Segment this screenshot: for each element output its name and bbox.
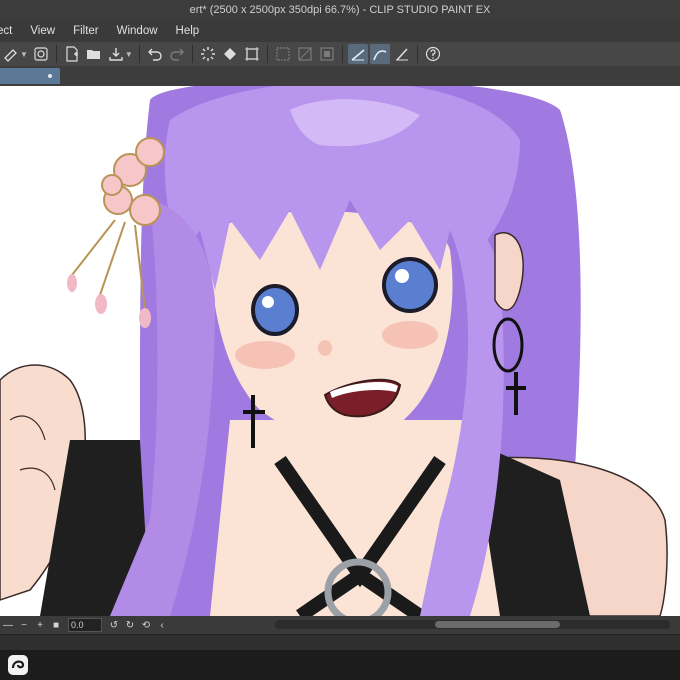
undo-icon[interactable] bbox=[145, 44, 165, 64]
blush-left bbox=[235, 341, 295, 369]
fill-icon[interactable] bbox=[220, 44, 240, 64]
rotate-icon[interactable] bbox=[31, 44, 51, 64]
clip-studio-taskbar-icon[interactable] bbox=[4, 652, 32, 678]
eye-highlight-left bbox=[262, 296, 274, 308]
zoom-slider-icon[interactable]: — bbox=[2, 620, 14, 631]
rotate-left-icon[interactable]: ↺ bbox=[108, 620, 120, 631]
selection-dim-1[interactable] bbox=[273, 44, 293, 64]
chevron-down-icon[interactable]: ▼ bbox=[125, 50, 133, 59]
toolbar-divider bbox=[138, 45, 140, 63]
toolbar-divider bbox=[55, 45, 57, 63]
menu-select[interactable]: ect bbox=[0, 25, 21, 37]
eye-highlight-right bbox=[395, 269, 409, 283]
selection-dim-3[interactable] bbox=[317, 44, 337, 64]
zoom-in-icon[interactable]: + bbox=[34, 620, 46, 631]
command-bar: ▼ ▼ bbox=[0, 42, 680, 67]
rotate-right-icon[interactable]: ↻ bbox=[124, 620, 136, 631]
modified-dot-icon bbox=[48, 74, 52, 78]
blush-right bbox=[382, 321, 438, 349]
transform-icon[interactable] bbox=[1, 44, 21, 64]
eye-left bbox=[251, 284, 299, 336]
snap-ruler-icon[interactable] bbox=[347, 44, 368, 64]
toolbar-divider bbox=[416, 45, 418, 63]
toolbar-divider bbox=[266, 45, 268, 63]
canvas-size-icon[interactable] bbox=[242, 44, 262, 64]
document-tab-row bbox=[0, 66, 680, 86]
menu-help[interactable]: Help bbox=[167, 25, 209, 37]
document-tab[interactable] bbox=[0, 68, 60, 84]
horizontal-scrollbar[interactable] bbox=[275, 620, 670, 629]
window-title: ert* (2500 x 2500px 350dpi 66.7%) - CLIP… bbox=[189, 4, 491, 16]
save-icon[interactable] bbox=[106, 44, 126, 64]
menu-bar: ect View Filter Window Help bbox=[0, 20, 680, 42]
flip-icon[interactable]: ‹ bbox=[156, 620, 168, 631]
menu-window[interactable]: Window bbox=[108, 25, 167, 37]
lower-panel bbox=[0, 634, 680, 651]
zoom-out-icon[interactable]: − bbox=[18, 620, 30, 631]
status-bar: — − + ■ 0.0 ↺ ↻ ⟲ ‹ bbox=[0, 616, 680, 634]
rotation-value[interactable]: 0.0 bbox=[68, 618, 102, 632]
taskbar bbox=[0, 650, 680, 680]
new-file-icon[interactable] bbox=[62, 44, 82, 64]
title-bar: ert* (2500 x 2500px 350dpi 66.7%) - CLIP… bbox=[0, 0, 680, 20]
help-icon[interactable] bbox=[423, 44, 443, 64]
eye-right bbox=[382, 257, 438, 313]
chevron-down-icon[interactable]: ▼ bbox=[20, 50, 28, 59]
open-folder-icon[interactable] bbox=[84, 44, 104, 64]
nose bbox=[318, 340, 332, 356]
redo-icon[interactable] bbox=[167, 44, 187, 64]
menu-filter[interactable]: Filter bbox=[64, 25, 108, 37]
canvas[interactable] bbox=[0, 86, 680, 616]
toolbar-divider bbox=[341, 45, 343, 63]
toolbar-divider bbox=[191, 45, 193, 63]
reset-rotation-icon[interactable]: ⟲ bbox=[140, 620, 152, 631]
selection-dim-2[interactable] bbox=[295, 44, 315, 64]
loading-icon[interactable] bbox=[198, 44, 218, 64]
illustration bbox=[0, 86, 668, 616]
stop-icon[interactable]: ■ bbox=[50, 620, 62, 631]
snap-grid-icon[interactable] bbox=[392, 44, 412, 64]
menu-view[interactable]: View bbox=[21, 25, 64, 37]
snap-curve-icon[interactable] bbox=[369, 44, 390, 64]
scroll-thumb[interactable] bbox=[435, 621, 560, 628]
